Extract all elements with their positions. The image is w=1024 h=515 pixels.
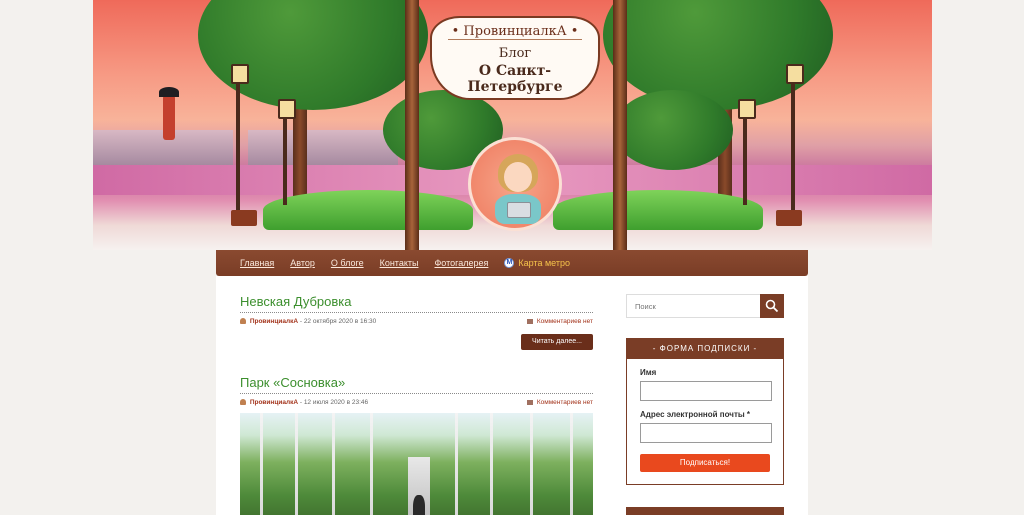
street-lamp xyxy=(231,64,249,220)
post-title[interactable]: Парк «Сосновка» xyxy=(240,375,593,394)
nav-item-author[interactable]: Автор xyxy=(290,258,315,268)
bench xyxy=(231,210,257,226)
user-icon xyxy=(240,399,246,406)
search-icon xyxy=(765,299,779,313)
post-meta: ПровинциалкА - 12 июля 2020 в 23:46 Комм… xyxy=(240,399,593,406)
avatar xyxy=(468,137,562,231)
lawn xyxy=(263,190,473,230)
bench xyxy=(776,210,802,226)
nav-item-metro[interactable]: М Карта метро xyxy=(504,258,570,268)
nav-item-contacts[interactable]: Контакты xyxy=(380,258,419,268)
blog-line2: О Санкт-Петербурге xyxy=(467,63,563,95)
post-title[interactable]: Невская Дубровка xyxy=(240,294,593,313)
tree xyxy=(198,0,428,110)
street-lamp xyxy=(278,99,296,205)
post-date: - 22 октября 2020 в 16:30 xyxy=(299,318,377,325)
header-banner: • ПровинциалкА • Блог О Санкт-Петербурге xyxy=(93,0,932,250)
name-field[interactable] xyxy=(640,381,772,401)
blog-sign[interactable]: • ПровинциалкА • Блог О Санкт-Петербурге xyxy=(430,16,600,100)
nav-item-gallery[interactable]: Фотогалерея xyxy=(434,258,488,268)
email-field[interactable] xyxy=(640,423,772,443)
comment-icon xyxy=(527,399,534,405)
post-date: - 12 июля 2020 в 23:46 xyxy=(299,399,369,406)
read-more-button[interactable]: Читать далее... xyxy=(521,334,593,350)
post-item: Парк «Сосновка» ПровинциалкА - 12 июля 2… xyxy=(240,375,593,515)
comment-icon xyxy=(527,318,534,324)
bust xyxy=(413,495,425,515)
post-meta: ПровинциалкА - 22 октября 2020 в 16:30 К… xyxy=(240,318,593,325)
next-widget xyxy=(626,507,784,515)
main-nav: Главная Автор О блоге Контакты Фотогалер… xyxy=(216,250,808,276)
street-lamp xyxy=(786,64,804,220)
comments-link[interactable]: Комментариев нет xyxy=(527,399,593,406)
nav-item-about[interactable]: О блоге xyxy=(331,258,364,268)
post-item: Невская Дубровка ПровинциалкА - 22 октяб… xyxy=(240,294,593,350)
post-author[interactable]: ПровинциалкА xyxy=(250,318,298,325)
post-photo[interactable] xyxy=(240,413,593,515)
metro-label: Карта метро xyxy=(518,258,570,268)
post-author[interactable]: ПровинциалкА xyxy=(250,399,298,406)
search-box xyxy=(626,294,784,318)
tree xyxy=(613,90,733,170)
nav-item-home[interactable]: Главная xyxy=(240,258,274,268)
gate-column xyxy=(405,0,419,250)
city-skyline xyxy=(248,130,398,165)
laptop-icon xyxy=(507,202,531,218)
gate-column xyxy=(613,0,627,250)
lawn xyxy=(553,190,763,230)
subscribe-title: - Форма подписки - xyxy=(627,339,783,359)
subscribe-button[interactable]: Подписаться! xyxy=(640,454,770,472)
tree xyxy=(603,0,833,110)
search-input[interactable] xyxy=(626,294,760,318)
blog-brand: • ПровинциалкА • xyxy=(447,24,583,40)
user-icon xyxy=(240,318,246,325)
subscribe-widget: - Форма подписки - Имя Адрес электронной… xyxy=(626,338,784,485)
name-label: Имя xyxy=(640,368,657,377)
search-button[interactable] xyxy=(760,294,784,318)
rostral-column xyxy=(159,87,179,140)
blog-line1: Блог xyxy=(498,46,532,61)
metro-icon: М xyxy=(504,258,515,268)
comments-link[interactable]: Комментариев нет xyxy=(527,318,593,325)
street-lamp xyxy=(738,99,756,205)
email-label: Адрес электронной почты * xyxy=(640,410,751,419)
